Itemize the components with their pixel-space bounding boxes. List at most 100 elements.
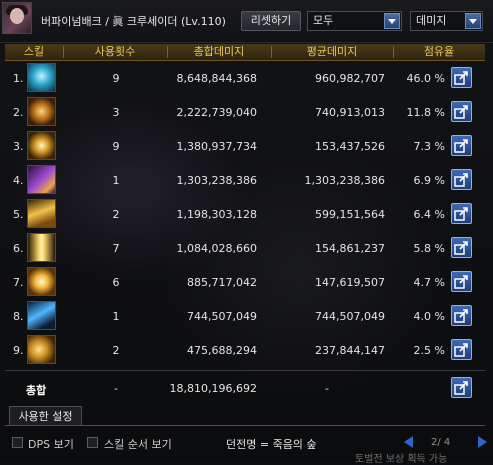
row-avg-damage: 153,437,526 bbox=[315, 140, 385, 153]
share-icon[interactable] bbox=[451, 203, 472, 224]
share-icon[interactable] bbox=[451, 305, 472, 326]
table-row: 9. 2 475,688,294 237,844,147 2.5 % bbox=[5, 333, 485, 365]
skill-icon-holy-cross bbox=[27, 131, 56, 160]
footer-bar: DPS 보기 스킬 순서 보기 던전명 = 죽음의 숲 2/ 4 토벌전 보상 … bbox=[0, 431, 493, 465]
row-uses: 9 bbox=[112, 72, 120, 85]
row-total-damage: 1,303,238,386 bbox=[176, 174, 257, 187]
row-avg-damage: 960,982,707 bbox=[315, 72, 385, 85]
reset-button[interactable]: 리셋하기 bbox=[241, 11, 301, 31]
row-avg-damage: 744,507,049 bbox=[315, 310, 385, 323]
share-icon[interactable] bbox=[451, 101, 472, 122]
skill-icon-light-pillar bbox=[27, 233, 56, 262]
row-avg-damage: 147,619,507 bbox=[315, 276, 385, 289]
header-bar: 버파이넘배크 / 眞 크루세이더 (Lv.110) 리셋하기 모두 데미지 bbox=[0, 0, 493, 43]
row-index: 3. bbox=[13, 140, 24, 153]
skill-icon-blue-beam bbox=[27, 63, 56, 92]
share-icon[interactable] bbox=[451, 169, 472, 190]
row-uses: 6 bbox=[112, 276, 120, 289]
share-icon[interactable] bbox=[451, 271, 472, 292]
total-damage: 18,810,196,692 bbox=[169, 382, 257, 395]
row-total-damage: 475,688,294 bbox=[187, 344, 257, 357]
sort-select[interactable]: 데미지 bbox=[410, 11, 483, 31]
share-icon[interactable] bbox=[451, 135, 472, 156]
table-row: 4. 1 1,303,238,386 1,303,238,386 6.9 % bbox=[5, 163, 485, 195]
row-uses: 2 bbox=[112, 344, 120, 357]
row-share: 2.5 % bbox=[413, 344, 445, 357]
row-index: 2. bbox=[13, 106, 24, 119]
row-uses: 9 bbox=[112, 140, 120, 153]
chevron-down-icon[interactable] bbox=[384, 13, 400, 29]
share-icon[interactable] bbox=[451, 377, 472, 398]
row-index: 6. bbox=[13, 242, 24, 255]
row-share: 6.9 % bbox=[413, 174, 445, 187]
row-share: 7.3 % bbox=[413, 140, 445, 153]
column-share: 점유율 bbox=[423, 45, 455, 58]
table-row: 6. 7 1,084,028,660 154,861,237 5.8 % bbox=[5, 231, 485, 263]
table-header: 스킬 사용횟수 총합데미지 평균데미지 점유율 bbox=[5, 44, 485, 61]
row-share: 4.0 % bbox=[413, 310, 445, 323]
row-index: 4. bbox=[13, 174, 24, 187]
total-label: 총합 bbox=[26, 384, 47, 397]
row-total-damage: 1,380,937,734 bbox=[176, 140, 257, 153]
row-avg-damage: 1,303,238,386 bbox=[304, 174, 385, 187]
character-level: (Lv.110) bbox=[181, 15, 226, 28]
skill-order-label: 스킬 순서 보기 bbox=[104, 438, 172, 451]
table-row: 3. 9 1,380,937,734 153,437,526 7.3 % bbox=[5, 129, 485, 161]
character-avatar bbox=[2, 2, 32, 34]
skill-icon-sun-burst bbox=[27, 267, 56, 296]
share-icon[interactable] bbox=[451, 67, 472, 88]
next-page-icon[interactable] bbox=[478, 436, 487, 448]
character-name: 버파이넘배크 / 眞 크루세이더 bbox=[41, 15, 178, 28]
row-share: 5.8 % bbox=[413, 242, 445, 255]
skill-icon-golden-wing bbox=[27, 335, 56, 364]
row-uses: 2 bbox=[112, 208, 120, 221]
column-avg-damage: 평균데미지 bbox=[306, 45, 358, 58]
row-index: 9. bbox=[13, 344, 24, 357]
filter-select-value: 모두 bbox=[313, 14, 334, 27]
skill-icon-golden-strike bbox=[27, 199, 56, 228]
column-skill: 스킬 bbox=[23, 45, 45, 58]
row-avg-damage: 154,861,237 bbox=[315, 242, 385, 255]
row-total-damage: 2,222,739,040 bbox=[176, 106, 257, 119]
total-uses: - bbox=[114, 382, 118, 395]
skill-icon-purple-rune bbox=[27, 165, 56, 194]
tab-used-settings[interactable]: 사용한 설정 bbox=[9, 406, 82, 426]
dps-checkbox[interactable] bbox=[12, 437, 23, 448]
row-total-damage: 1,084,028,660 bbox=[176, 242, 257, 255]
table-row: 2. 3 2,222,739,040 740,913,013 11.8 % bbox=[5, 95, 485, 127]
skill-icon-blue-lightning bbox=[27, 301, 56, 330]
row-total-damage: 885,717,042 bbox=[187, 276, 257, 289]
column-total-damage: 총합데미지 bbox=[193, 45, 245, 58]
chevron-down-icon[interactable] bbox=[465, 13, 481, 29]
table-row: 5. 2 1,198,303,128 599,151,564 6.4 % bbox=[5, 197, 485, 229]
panel-divider bbox=[5, 425, 485, 426]
row-share: 11.8 % bbox=[406, 106, 445, 119]
column-uses: 사용횟수 bbox=[94, 45, 136, 58]
dungeon-name: 던전명 = 죽음의 숲 bbox=[226, 438, 317, 451]
row-uses: 3 bbox=[112, 106, 120, 119]
table-row: 8. 1 744,507,049 744,507,049 4.0 % bbox=[5, 299, 485, 331]
row-uses: 7 bbox=[112, 242, 120, 255]
row-share: 46.0 % bbox=[406, 72, 445, 85]
prev-page-icon[interactable] bbox=[404, 436, 413, 448]
row-index: 7. bbox=[13, 276, 24, 289]
row-share: 4.7 % bbox=[413, 276, 445, 289]
share-icon[interactable] bbox=[451, 237, 472, 258]
row-index: 1. bbox=[13, 72, 24, 85]
row-uses: 1 bbox=[112, 174, 120, 187]
share-icon[interactable] bbox=[451, 339, 472, 360]
dps-label: DPS 보기 bbox=[28, 438, 74, 451]
row-index: 5. bbox=[13, 208, 24, 221]
page-indicator: 2/ 4 bbox=[431, 437, 451, 448]
skill-icon-golden-wheel bbox=[27, 97, 56, 126]
skill-order-checkbox[interactable] bbox=[87, 437, 98, 448]
row-avg-damage: 740,913,013 bbox=[315, 106, 385, 119]
total-row: 총합 - 18,810,196,692 - bbox=[5, 370, 485, 403]
total-avg: - bbox=[325, 382, 329, 395]
reward-notice: 토벌전 보상 획득 가능 bbox=[355, 454, 448, 465]
row-index: 8. bbox=[13, 310, 24, 323]
filter-select[interactable]: 모두 bbox=[307, 11, 402, 31]
table-row: 1. 9 8,648,844,368 960,982,707 46.0 % bbox=[5, 61, 485, 93]
row-avg-damage: 599,151,564 bbox=[315, 208, 385, 221]
character-title: 버파이넘배크 / 眞 크루세이더 (Lv.110) bbox=[41, 13, 226, 29]
